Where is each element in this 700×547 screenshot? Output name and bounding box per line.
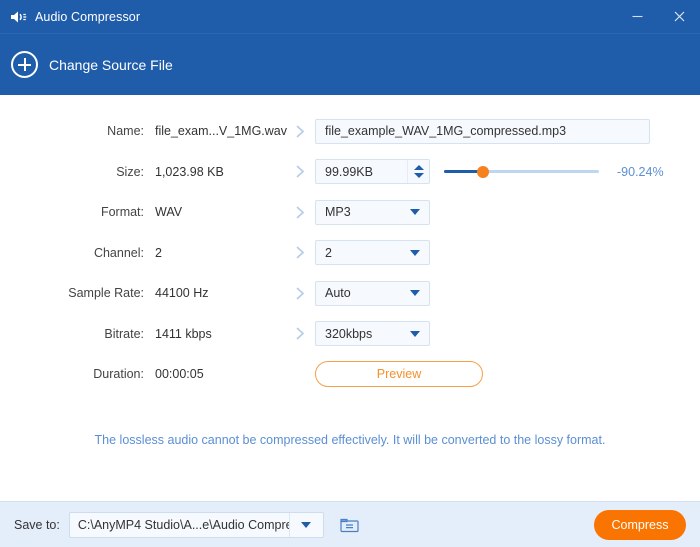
format-source-value: WAV — [155, 205, 183, 220]
chevron-down-icon[interactable] — [410, 249, 420, 256]
output-name-input[interactable]: file_example_WAV_1MG_compressed.mp3 — [315, 118, 650, 144]
chevron-right-icon — [285, 326, 315, 341]
sample-rate-label: Sample Rate: — [68, 286, 144, 301]
size-label: Size: — [116, 164, 144, 179]
audio-compressor-window: Audio Compressor Change Source File Name… — [0, 0, 700, 547]
chevron-down-icon[interactable] — [288, 512, 323, 537]
reduction-percent-label: -90.24% — [617, 164, 664, 179]
title-bar: Audio Compressor — [0, 0, 700, 33]
chevron-right-icon — [285, 124, 315, 139]
channel-label: Channel: — [93, 245, 144, 260]
lossless-notice: The lossless audio cannot be compressed … — [94, 433, 606, 447]
slider-handle[interactable] — [476, 165, 489, 178]
stepper-arrows[interactable] — [407, 160, 429, 184]
duration-source-value: 00:00:05 — [155, 367, 204, 382]
row-name: Name: file_exam...V_1MG.wav file_example… — [0, 111, 700, 152]
chevron-down-icon[interactable] — [410, 209, 420, 216]
bitrate-label: Bitrate: — [104, 326, 144, 341]
chevron-right-icon — [285, 286, 315, 301]
size-source-value: 1,023.98 KB — [155, 164, 224, 179]
bitrate-source-value: 1411 kbps — [155, 326, 212, 341]
chevron-right-icon — [285, 245, 315, 260]
save-path-combobox[interactable]: C:\AnyMP4 Studio\A...e\Audio Compressed — [68, 511, 324, 538]
footer-bar: Save to: C:\AnyMP4 Studio\A...e\Audio Co… — [0, 501, 700, 547]
minimize-button[interactable] — [616, 0, 658, 33]
row-channel: Channel: 2 2 — [0, 233, 700, 274]
format-select[interactable]: MP3 — [315, 199, 430, 225]
compress-button[interactable]: Compress — [594, 509, 686, 540]
change-source-bar[interactable]: Change Source File — [0, 33, 700, 95]
window-title: Audio Compressor — [35, 9, 141, 24]
duration-label: Duration: — [93, 367, 144, 382]
plus-circle-icon — [11, 51, 38, 78]
channel-select[interactable]: 2 — [315, 240, 430, 266]
stepper-down-icon[interactable] — [413, 173, 424, 179]
channel-source-value: 2 — [155, 245, 162, 260]
save-to-label: Save to: — [14, 517, 60, 532]
channel-select-value: 2 — [325, 245, 332, 260]
row-sample-rate: Sample Rate: 44100 Hz Auto — [0, 273, 700, 314]
chevron-down-icon[interactable] — [410, 330, 420, 337]
sample-rate-source-value: 44100 Hz — [155, 286, 209, 301]
save-path-value: C:\AnyMP4 Studio\A...e\Audio Compressed — [77, 517, 289, 532]
bitrate-select-value: 320kbps — [325, 326, 373, 341]
size-slider[interactable] — [444, 164, 599, 180]
format-select-value: MP3 — [325, 205, 351, 220]
chevron-down-icon[interactable] — [410, 290, 420, 297]
browse-folder-button[interactable] — [337, 513, 363, 537]
close-button[interactable] — [658, 0, 700, 33]
sample-rate-select[interactable]: Auto — [315, 280, 430, 306]
row-format: Format: WAV MP3 — [0, 192, 700, 233]
output-size-stepper[interactable]: 99.99KB — [315, 159, 430, 185]
name-label: Name: — [107, 124, 144, 139]
format-label: Format: — [100, 205, 144, 220]
output-size-value: 99.99KB — [325, 164, 373, 179]
chevron-right-icon — [285, 164, 315, 179]
name-source-value: file_exam...V_1MG.wav — [155, 124, 287, 139]
sample-rate-select-value: Auto — [325, 286, 351, 301]
row-duration: Duration: 00:00:05 Preview — [0, 354, 700, 395]
speaker-icon — [9, 8, 27, 26]
change-source-file-label: Change Source File — [49, 56, 173, 73]
settings-panel: Name: file_exam...V_1MG.wav file_example… — [0, 95, 700, 501]
stepper-up-icon[interactable] — [413, 165, 424, 171]
row-size: Size: 1,023.98 KB 99.99KB -90.24% — [0, 152, 700, 193]
row-bitrate: Bitrate: 1411 kbps 320kbps — [0, 314, 700, 355]
bitrate-select[interactable]: 320kbps — [315, 321, 430, 347]
preview-button[interactable]: Preview — [315, 361, 483, 388]
window-controls — [616, 0, 700, 33]
chevron-right-icon — [285, 205, 315, 220]
